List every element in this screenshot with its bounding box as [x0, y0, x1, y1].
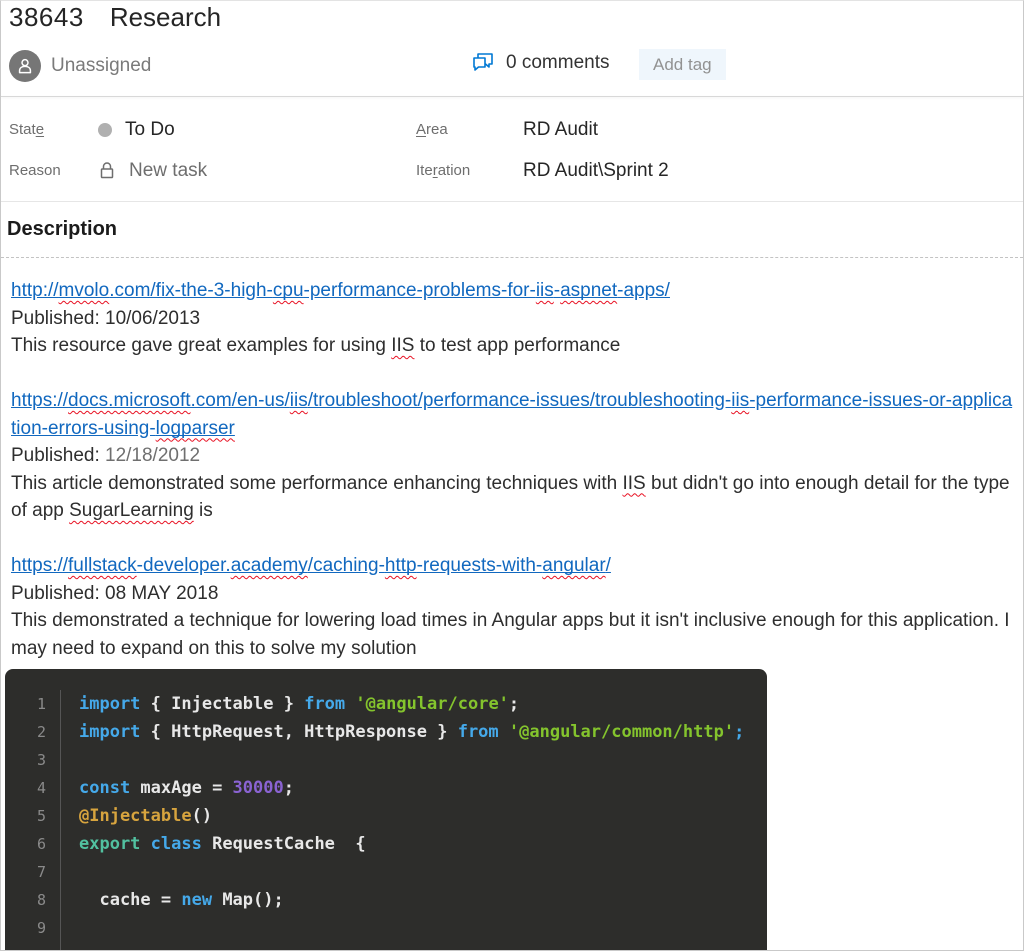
line-number: 2	[5, 718, 46, 746]
hyperlink[interactable]: https://docs.microsoft.com/en-us/iis/tro…	[11, 390, 1012, 439]
reason-label: Reason	[9, 162, 98, 179]
state-dot-icon	[98, 123, 112, 137]
comments-count: 0 comments	[506, 52, 609, 74]
comments-icon	[471, 52, 495, 74]
line-number: 8	[5, 886, 46, 914]
assignee-picker[interactable]: Unassigned	[9, 50, 151, 82]
description-spacer	[11, 525, 1015, 553]
code-line: const maxAge = 30000;	[79, 774, 767, 802]
code-line: @Injectable()	[79, 802, 767, 830]
iteration-value[interactable]: RD Audit\Sprint 2	[523, 160, 669, 182]
description-text: Published: 10/06/2013	[11, 305, 1015, 333]
iteration-label: Iteration	[416, 162, 523, 179]
meta-row: Unassigned 0 comments Add tag	[9, 46, 1023, 86]
description-heading: Description	[7, 218, 1023, 241]
assignee-label: Unassigned	[51, 55, 151, 77]
description-link: https://docs.microsoft.com/en-us/iis/tro…	[11, 387, 1015, 442]
description-text: This demonstrated a technique for loweri…	[11, 607, 1015, 662]
description-text: Published: 12/18/2012	[11, 442, 1015, 470]
description-spacer	[11, 360, 1015, 388]
person-icon	[15, 56, 35, 76]
code-line	[79, 914, 767, 942]
state-value[interactable]: To Do	[98, 119, 175, 141]
code-line	[79, 858, 767, 886]
code-line: import { Injectable } from '@angular/cor…	[79, 690, 767, 718]
state-field: State To Do	[9, 109, 416, 150]
code-line: export class RequestCache {	[79, 830, 767, 858]
description-link: http://mvolo.com/fix-the-3-high-cpu-perf…	[11, 277, 1015, 305]
fields-column-left: State To Do Reason New task	[1, 109, 416, 191]
description-field[interactable]: http://mvolo.com/fix-the-3-high-cpu-perf…	[1, 257, 1023, 662]
code-line: cache = new Map();	[79, 886, 767, 914]
state-label: State	[9, 121, 98, 138]
area-label: Area	[416, 121, 523, 138]
area-value[interactable]: RD Audit	[523, 119, 598, 141]
hyperlink[interactable]: http://mvolo.com/fix-the-3-high-cpu-perf…	[11, 280, 670, 301]
area-field: Area RD Audit	[416, 109, 1023, 150]
code-snippet: 123456789 import { Injectable } from '@a…	[5, 669, 767, 951]
lock-icon	[98, 161, 116, 180]
fields-column-right: Area RD Audit Iteration RD Audit\Sprint …	[416, 109, 1023, 191]
add-tag-button[interactable]: Add tag	[639, 49, 726, 80]
code-lines: import { Injectable } from '@angular/cor…	[61, 690, 767, 951]
comments-button[interactable]: 0 comments	[471, 52, 609, 74]
line-number: 5	[5, 802, 46, 830]
avatar	[9, 50, 41, 82]
hyperlink[interactable]: https://fullstack-developer.academy/cach…	[11, 555, 611, 576]
line-number: 7	[5, 858, 46, 886]
line-number: 9	[5, 914, 46, 942]
code-line	[79, 746, 767, 774]
fields-section: State To Do Reason New task Are	[1, 97, 1023, 202]
line-number: 3	[5, 746, 46, 774]
reason-field: Reason New task	[9, 150, 416, 191]
description-link: https://fullstack-developer.academy/cach…	[11, 552, 1015, 580]
description-text: This article demonstrated some performan…	[11, 470, 1015, 525]
work-item-id: 38643	[9, 2, 84, 33]
description-text: This resource gave great examples for us…	[11, 332, 1015, 360]
code-line-numbers: 123456789	[5, 690, 61, 951]
work-item-title[interactable]: Research	[110, 2, 221, 33]
line-number: 1	[5, 690, 46, 718]
code-line: import { HttpRequest, HttpResponse } fro…	[79, 718, 767, 746]
description-text: Published: 08 MAY 2018	[11, 580, 1015, 608]
line-number: 6	[5, 830, 46, 858]
iteration-field: Iteration RD Audit\Sprint 2	[416, 150, 1023, 191]
work-item-title-row: 38643 Research	[9, 0, 1023, 38]
work-item-form: 38643 Research Unassigned 0 comments Add…	[0, 0, 1024, 951]
line-number: 4	[5, 774, 46, 802]
reason-value[interactable]: New task	[98, 160, 207, 182]
